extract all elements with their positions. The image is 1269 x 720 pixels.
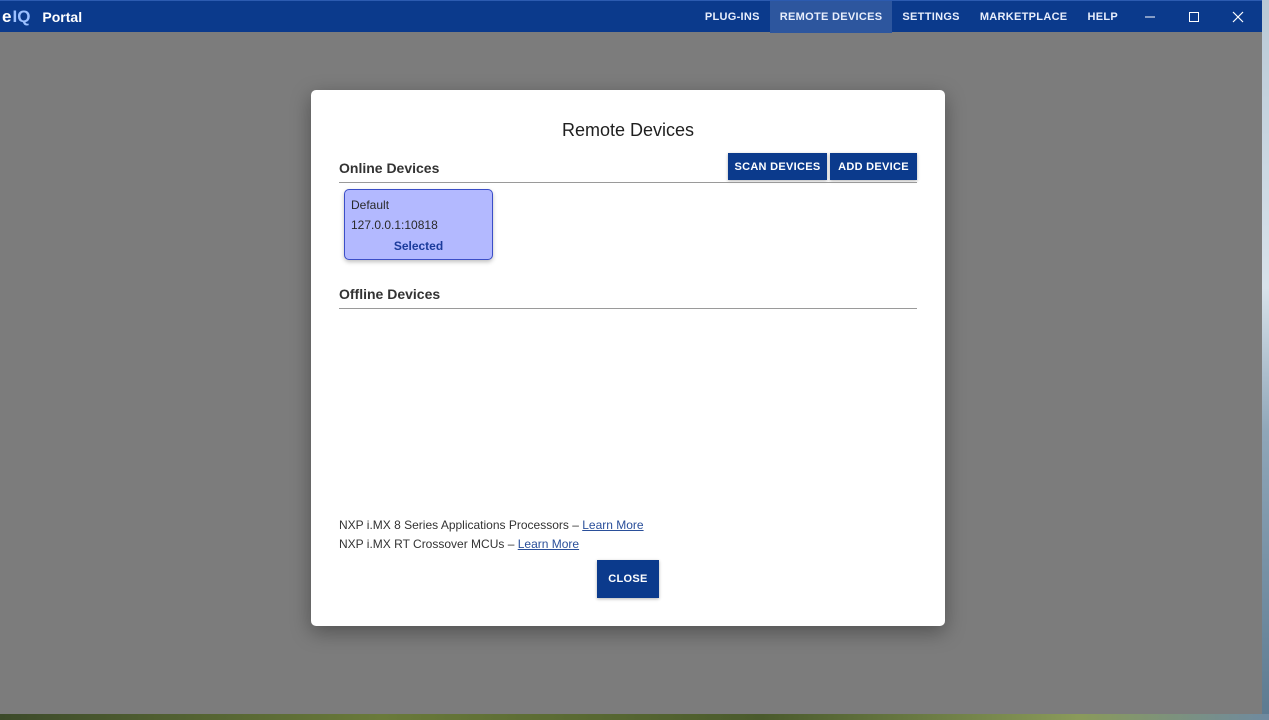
- top-nav: PLUG-INS REMOTE DEVICES SETTINGS MARKETP…: [695, 0, 1128, 33]
- minimize-button[interactable]: [1128, 1, 1172, 33]
- dialog-title: Remote Devices: [561, 120, 695, 140]
- offline-devices-heading: Offline Devices: [339, 286, 441, 302]
- remote-devices-dialog: Remote Devices Online Devices SCAN DEVIC…: [311, 90, 945, 626]
- window-controls: [1128, 1, 1260, 33]
- offline-devices-divider: [339, 308, 917, 309]
- add-device-button[interactable]: ADD DEVICE: [830, 153, 917, 180]
- scan-devices-button[interactable]: SCAN DEVICES: [728, 153, 827, 180]
- logo-iq: IQ: [12, 6, 31, 26]
- desktop-background: [1262, 0, 1269, 720]
- app-window: e IQ Portal PLUG-INS REMOTE DEVICES SETTI…: [0, 0, 1262, 714]
- device-card[interactable]: Default 127.0.0.1:10818 Selected: [344, 189, 493, 260]
- close-dialog-button[interactable]: CLOSE: [597, 560, 659, 598]
- info-text-imx8: NXP i.MX 8 Series Applications Processor…: [339, 518, 583, 532]
- online-devices-heading: Online Devices: [339, 160, 440, 176]
- nav-remote-devices[interactable]: REMOTE DEVICES: [769, 0, 893, 33]
- nav-settings[interactable]: SETTINGS: [892, 1, 969, 33]
- title-bar: e IQ Portal PLUG-INS REMOTE DEVICES SETTI…: [0, 0, 1262, 33]
- info-line-imxrt: NXP i.MX RT Crossover MCUs – Learn More: [339, 537, 579, 551]
- close-icon: [1232, 11, 1244, 22]
- device-address: 127.0.0.1:10818: [351, 218, 438, 232]
- info-line-imx8: NXP i.MX 8 Series Applications Processor…: [339, 518, 644, 532]
- info-text-imxrt: NXP i.MX RT Crossover MCUs –: [339, 537, 518, 551]
- logo-e: e: [2, 6, 12, 26]
- device-name: Default: [351, 198, 390, 212]
- app-title: Portal: [42, 8, 83, 25]
- learn-more-link-imx8[interactable]: Learn More: [582, 518, 643, 532]
- minimize-icon: [1145, 16, 1155, 17]
- nav-marketplace[interactable]: MARKETPLACE: [970, 1, 1078, 33]
- maximize-button[interactable]: [1172, 1, 1216, 33]
- nav-plugins[interactable]: PLUG-INS: [695, 1, 770, 33]
- device-status: Selected: [393, 239, 444, 253]
- maximize-icon: [1189, 11, 1199, 22]
- app-logo: e IQ: [2, 7, 30, 27]
- nav-help[interactable]: HELP: [1077, 1, 1128, 33]
- learn-more-link-imxrt[interactable]: Learn More: [518, 537, 579, 551]
- desktop-background-strip: [0, 714, 1269, 720]
- window-close-button[interactable]: [1216, 1, 1260, 33]
- online-devices-divider: [339, 182, 917, 183]
